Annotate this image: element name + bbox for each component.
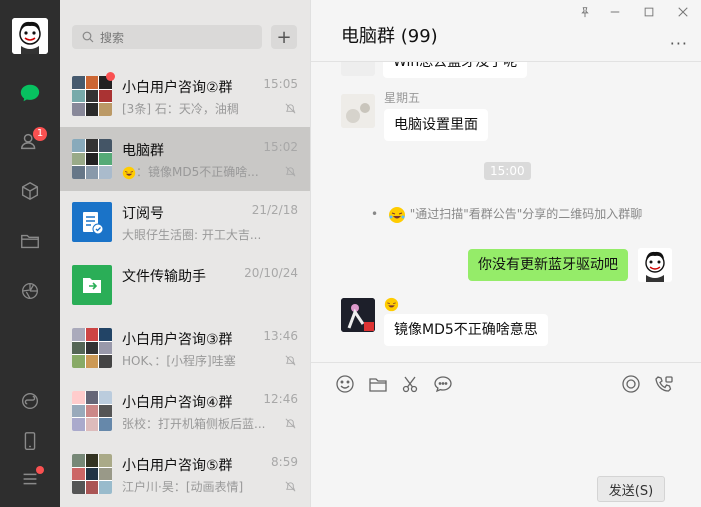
conversation-name: 小白用户咨询③群 (122, 332, 233, 348)
system-message-text: "通过扫描"看群公告"分享的二维码加入群聊 (409, 207, 643, 221)
maximize-icon[interactable] (642, 6, 656, 20)
screenshot-scissors-icon[interactable] (400, 374, 420, 394)
group-avatar (72, 454, 112, 494)
chat-history-icon[interactable] (433, 374, 453, 394)
search-placeholder: 搜索 (100, 30, 125, 45)
conversation-name: 小白用户咨询④群 (122, 395, 233, 411)
member-avatar[interactable] (341, 298, 375, 332)
laughing-emoji-icon (122, 166, 136, 179)
conversation-item[interactable]: 文件传输助手 20/10/24 (60, 253, 310, 317)
add-button[interactable]: + (271, 25, 297, 49)
subscription-icon (72, 202, 112, 242)
conversation-name: 小白用户咨询②群 (122, 80, 233, 96)
conversation-name: 电脑群 (122, 143, 164, 159)
conversation-preview: 大眼仔生活圈: 开工大吉... (122, 228, 262, 242)
group-avatar (72, 76, 112, 116)
conversation-preview: [3条] 石：天冷，油稠 (122, 102, 239, 116)
group-avatar (72, 328, 112, 368)
voice-call-icon[interactable] (654, 374, 674, 394)
mini-program-icon[interactable] (17, 388, 43, 414)
conversation-item[interactable]: 订阅号 21/2/18 大眼仔生活圈: 开工大吉... (60, 190, 310, 254)
file-icon[interactable] (368, 374, 388, 394)
member-avatar[interactable] (341, 62, 375, 76)
member-avatar[interactable] (341, 94, 375, 128)
mute-bell-icon (285, 481, 296, 492)
unread-dot (106, 72, 115, 81)
menu-dot (36, 466, 44, 474)
message-bubble: 镜像MD5不正确啥意思 (384, 314, 548, 346)
chat-icon[interactable] (17, 80, 43, 106)
conversation-time: 12:46 (263, 392, 298, 406)
conversation-time: 8:59 (271, 455, 298, 469)
mute-bell-icon (285, 418, 296, 429)
conversation-list: 搜索 + 小白用户咨询②群 15:05 [3条] 石：天冷，油稠 电脑群 15:… (60, 0, 310, 507)
live-stream-icon[interactable] (621, 374, 641, 394)
chat-header: 电脑群 (99) ··· (311, 0, 701, 62)
folder-icon[interactable] (17, 228, 43, 254)
mute-bell-icon (285, 355, 296, 366)
conversation-preview: 江户川·昊：[动画表情] (122, 480, 244, 494)
conversation-time: 21/2/18 (251, 203, 298, 217)
conversation-preview: 张校：打开机箱侧板后蓝... (122, 417, 266, 431)
close-icon[interactable] (676, 6, 690, 20)
message-input[interactable] (311, 402, 701, 472)
chat-title: 电脑群 (99) (341, 26, 438, 47)
moments-icon[interactable] (17, 278, 43, 304)
message-list: Win总去蓝牙没了呢 星期五 电脑设置里面 15:00 • "通过扫描"看群公告… (311, 62, 701, 362)
conversation-preview: ：镜像MD5不正确啥... (122, 163, 272, 180)
mute-bell-icon (285, 166, 296, 177)
time-divider: 15:00 (484, 162, 531, 180)
conversation-preview: HOK、：[小程序]哇塞 (122, 354, 236, 368)
search-input[interactable]: 搜索 (72, 25, 262, 49)
group-avatar (72, 139, 112, 179)
conversation-name: 订阅号 (122, 206, 164, 222)
conversation-item[interactable]: 小白用户咨询②群 15:05 [3条] 石：天冷，油稠 (60, 64, 310, 128)
pin-icon[interactable] (578, 6, 592, 20)
emoji-icon[interactable] (335, 374, 355, 394)
favorites-cube-icon[interactable] (17, 178, 43, 204)
sender-name: 星期五 (384, 91, 421, 105)
conversation-time: 15:02 (263, 140, 298, 154)
phone-icon[interactable] (17, 428, 43, 454)
laughing-emoji-icon (388, 206, 405, 223)
file-transfer-icon (72, 265, 112, 305)
my-avatar[interactable] (12, 18, 48, 54)
my-message-bubble: 你没有更新蓝牙驱动吧 (468, 249, 628, 281)
chat-panel: 电脑群 (99) ··· Win总去蓝牙没了呢 星期五 电脑设置里面 15:00… (310, 0, 701, 507)
conversation-item[interactable]: 小白用户咨询③群 13:46 HOK、：[小程序]哇塞 (60, 316, 310, 380)
contacts-badge: 1 (33, 127, 47, 141)
conversation-time: 13:46 (263, 329, 298, 343)
minimize-icon[interactable] (608, 6, 622, 20)
sender-emoji (384, 294, 399, 313)
preview-text: ：镜像MD5不正确啥... (136, 165, 259, 179)
conversation-name: 小白用户咨询⑤群 (122, 458, 233, 474)
conversation-name: 文件传输助手 (122, 269, 206, 285)
left-nav: 1 (0, 0, 60, 507)
conversation-item[interactable]: 小白用户咨询④群 12:46 张校：打开机箱侧板后蓝... (60, 379, 310, 443)
conversation-item-active[interactable]: 电脑群 15:02 ：镜像MD5不正确啥... (60, 127, 310, 191)
mute-bell-icon (285, 103, 296, 114)
conversation-time: 15:05 (263, 77, 298, 91)
message-bubble: Win总去蓝牙没了呢 (383, 62, 528, 78)
conversation-time: 20/10/24 (244, 266, 298, 280)
conversation-item[interactable]: 小白用户咨询⑤群 8:59 江户川·昊：[动画表情] (60, 442, 310, 506)
message-bubble: 电脑设置里面 (384, 109, 488, 141)
group-avatar (72, 391, 112, 431)
laughing-emoji-icon (384, 297, 399, 312)
input-toolbar (311, 362, 701, 402)
search-icon (82, 31, 94, 43)
system-message: • "通过扫描"看群公告"分享的二维码加入群聊 (371, 205, 642, 224)
send-button[interactable]: 发送(S) (597, 476, 665, 502)
my-avatar[interactable] (638, 248, 672, 282)
more-options-icon[interactable]: ··· (670, 34, 688, 53)
